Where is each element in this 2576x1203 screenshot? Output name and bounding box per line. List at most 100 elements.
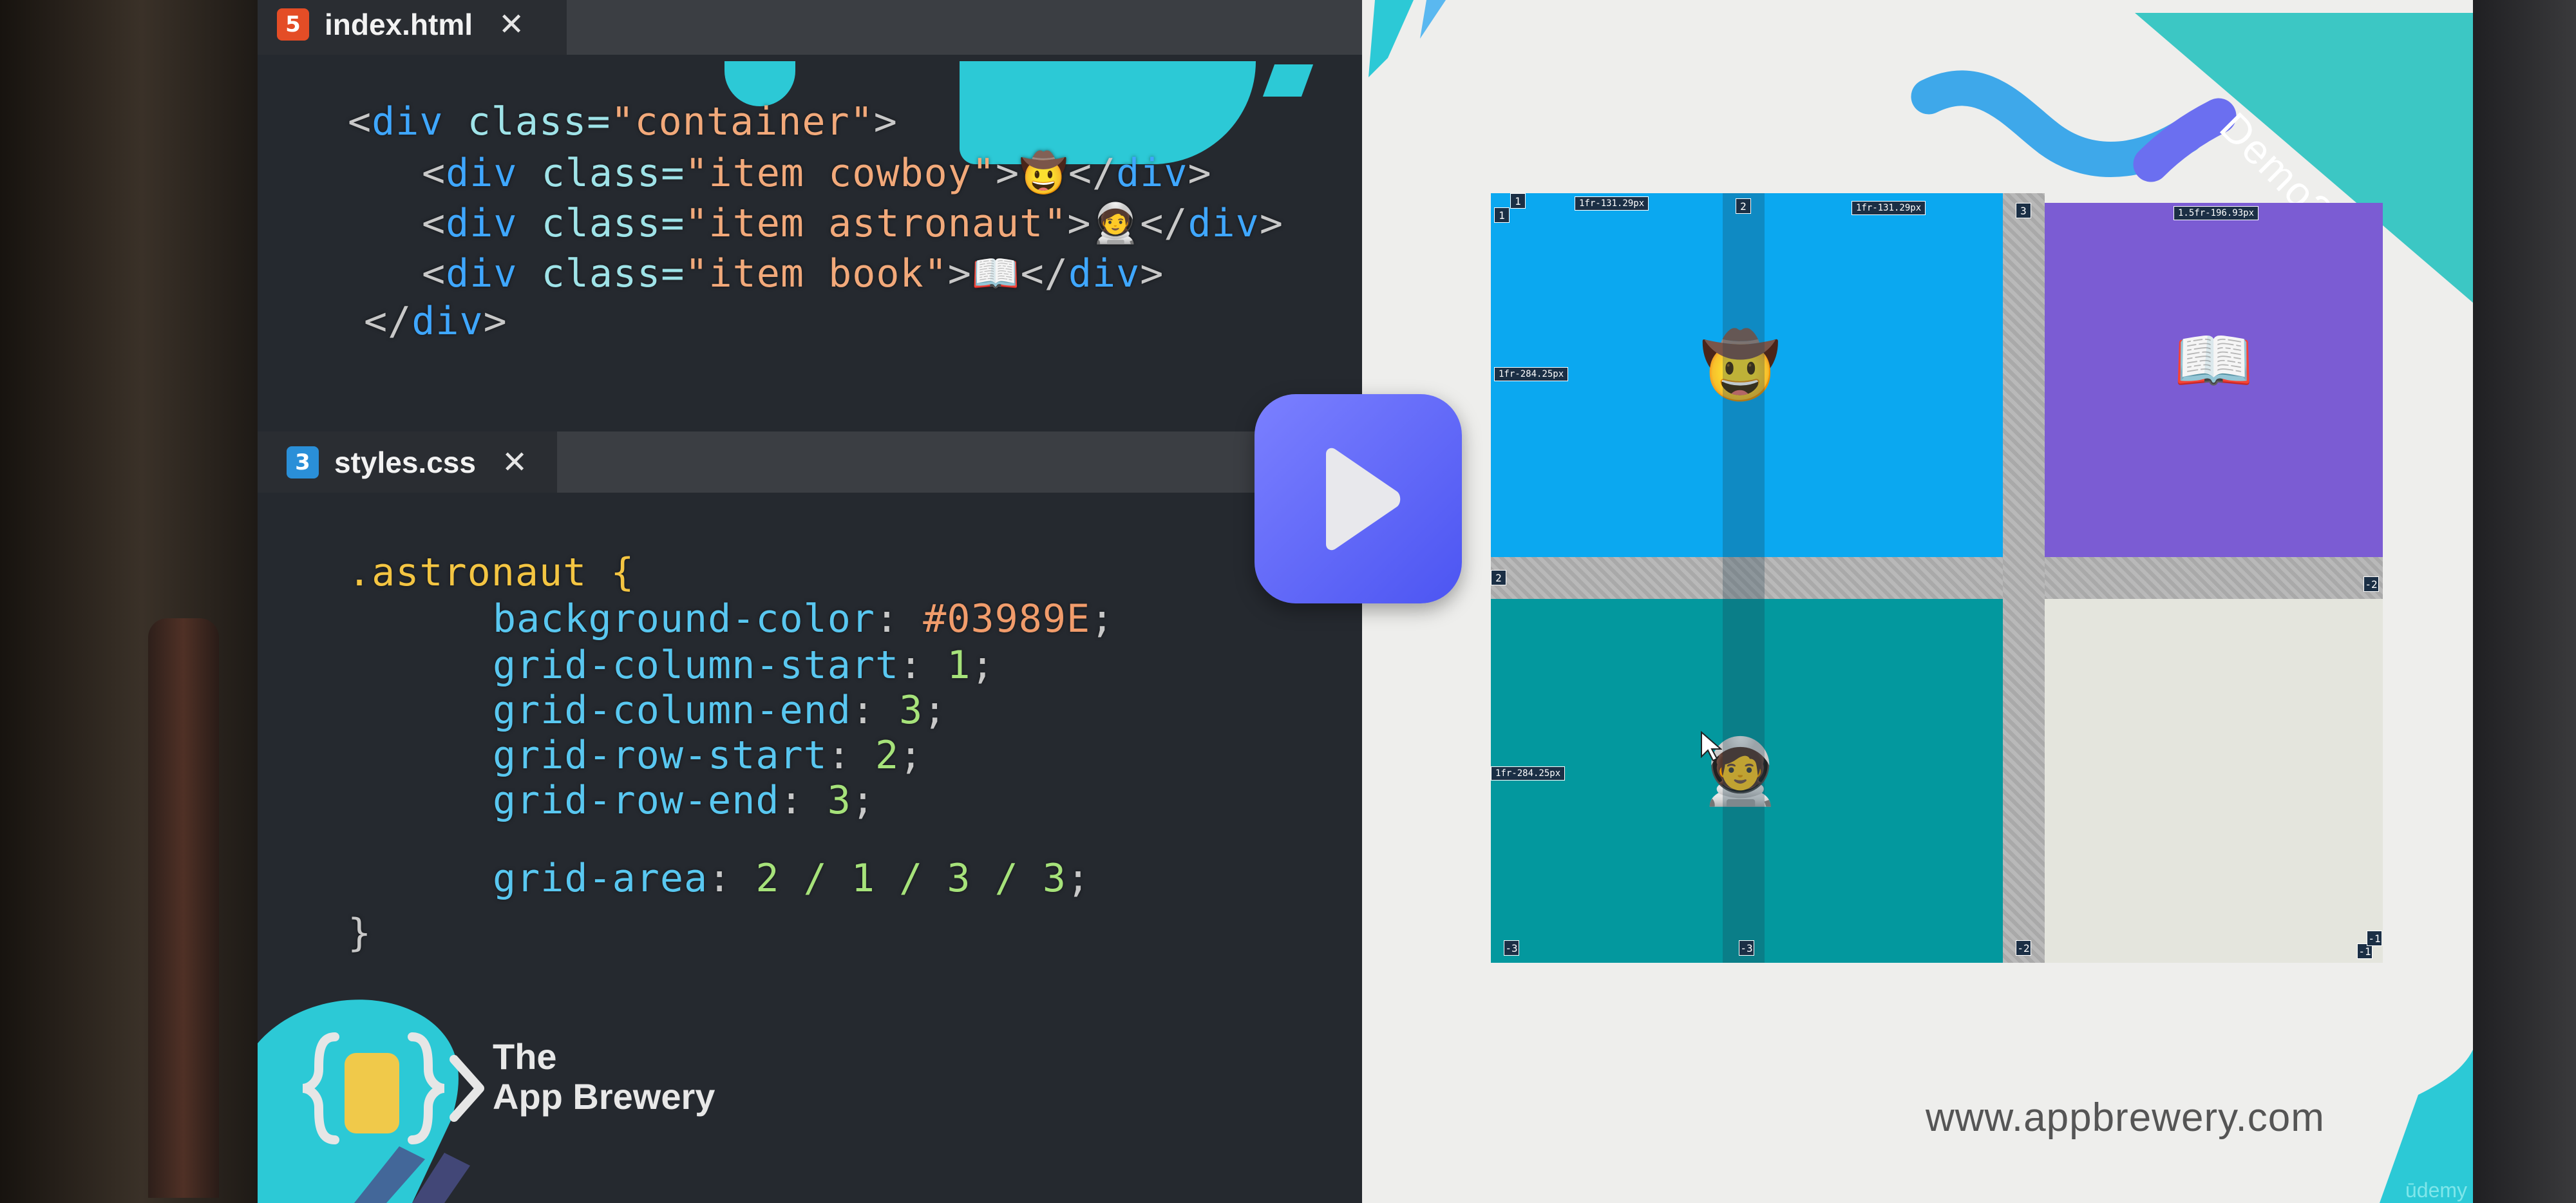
code-token: ; bbox=[1066, 856, 1091, 901]
code-token: > bbox=[1188, 151, 1212, 196]
code-token: > bbox=[873, 99, 898, 144]
code-token: : bbox=[779, 778, 828, 823]
grid-line-number: 2 bbox=[1491, 570, 1506, 585]
code-token: class= bbox=[517, 151, 685, 196]
code-token: class= bbox=[517, 251, 685, 296]
code-token: "item astronaut" bbox=[685, 201, 1068, 246]
html-line-2: <div class="item cowboy">🤠</div> bbox=[422, 148, 1212, 198]
column-gap bbox=[2003, 193, 2045, 963]
css-value: 3 bbox=[827, 778, 851, 823]
code-token: { bbox=[587, 550, 635, 595]
mouse-cursor-icon bbox=[1701, 731, 1722, 762]
book-cell[interactable]: 📖 bbox=[2045, 203, 2383, 557]
html-line-4: <div class="item book">📖</div> bbox=[422, 249, 1164, 299]
code-token: : bbox=[827, 733, 875, 778]
udemy-watermark: ūdemy bbox=[2405, 1179, 2468, 1202]
css-prop-line: grid-row-end: 3; bbox=[493, 775, 875, 826]
bottle bbox=[148, 618, 219, 1198]
tab-styles-css[interactable]: 3 styles.css ✕ bbox=[258, 431, 557, 493]
grid-line-number: -2 bbox=[2016, 940, 2031, 956]
css-value: 1 bbox=[947, 643, 971, 688]
code-token: div bbox=[1188, 201, 1260, 246]
html-line-3: <div class="item astronaut">🧑‍🚀</div> bbox=[422, 198, 1283, 249]
code-token: div bbox=[1068, 251, 1141, 296]
row-size-label: 1fr-284.25px bbox=[1494, 367, 1569, 381]
close-icon[interactable]: ✕ bbox=[502, 444, 527, 480]
tab-title: index.html bbox=[325, 7, 473, 41]
code-token: ; bbox=[971, 643, 995, 688]
grid-line-number: -3 bbox=[1739, 940, 1754, 956]
css-prop-line: grid-column-end: 3; bbox=[493, 685, 947, 735]
css-grid-area-line: grid-area: 2 / 1 / 3 / 3; bbox=[493, 853, 1090, 904]
code-token: < bbox=[422, 201, 446, 246]
code-token: div bbox=[372, 99, 444, 144]
code-token: < bbox=[422, 151, 446, 196]
play-button[interactable] bbox=[1255, 394, 1462, 603]
code-token: > bbox=[1067, 201, 1092, 246]
css-value: #03989E bbox=[923, 596, 1091, 641]
code-token: div bbox=[446, 201, 518, 246]
code-token: class= bbox=[517, 201, 685, 246]
code-token: "container" bbox=[611, 99, 874, 144]
code-token: : bbox=[875, 596, 923, 641]
css-property: grid-row-end bbox=[493, 778, 780, 823]
html-line-5: </div> bbox=[364, 296, 507, 346]
code-token: div bbox=[1116, 151, 1188, 196]
monitor-screen: 5 index.html ✕ <div class="container"> <… bbox=[258, 0, 2473, 1203]
tab-index-html[interactable]: 5 index.html ✕ bbox=[258, 0, 567, 55]
grid-line-number: -1 bbox=[2367, 931, 2382, 946]
code-token: div bbox=[446, 151, 518, 196]
code-token: </ bbox=[1140, 201, 1188, 246]
grid-line-number: 1 bbox=[1494, 207, 1510, 223]
code-token: > bbox=[1140, 251, 1164, 296]
css-value: 3 bbox=[899, 688, 923, 733]
brand-name: The App Brewery bbox=[493, 1037, 715, 1117]
tab-title: styles.css bbox=[334, 445, 476, 479]
css-value: 2 bbox=[875, 733, 900, 778]
code-token: </ bbox=[1068, 151, 1117, 196]
grid-line-number: -3 bbox=[1504, 940, 1519, 956]
teal-shape bbox=[1262, 64, 1314, 97]
css-prop-line: background-color: #03989E; bbox=[493, 594, 1114, 644]
css-property: grid-area bbox=[493, 856, 708, 901]
css-grid-preview: 🤠 📖 🧑‍🚀 1fr-131.29px 1fr-131.29px 1.5fr-… bbox=[1491, 193, 2383, 963]
code-token: "item book" bbox=[685, 251, 948, 296]
code-token: > bbox=[1259, 201, 1283, 246]
empty-cell bbox=[2045, 599, 2383, 963]
code-token: < bbox=[422, 251, 446, 296]
grid-line-number: 3 bbox=[2016, 203, 2031, 218]
code-token: ; bbox=[851, 778, 875, 823]
close-icon[interactable]: ✕ bbox=[498, 6, 524, 43]
app-brewery-brand: The App Brewery bbox=[258, 992, 773, 1203]
code-token: : bbox=[851, 688, 900, 733]
browser-preview-slide: Demo3 🤠 📖 🧑‍🚀 1fr-131.29px 1fr-131.29px … bbox=[1362, 0, 2473, 1203]
room-background-left bbox=[0, 0, 258, 1203]
book-emoji: 📖 bbox=[971, 251, 1021, 296]
css-prop-line: grid-column-start: 1; bbox=[493, 640, 995, 690]
book-emoji: 📖 bbox=[2174, 323, 2254, 398]
code-token: div bbox=[412, 299, 484, 344]
css-tabbar: 3 styles.css ✕ bbox=[258, 431, 1262, 493]
css-property: grid-row-start bbox=[493, 733, 828, 778]
css-prop-line: grid-row-start: 2; bbox=[493, 730, 923, 781]
css-property: background-color bbox=[493, 596, 875, 641]
row-gap bbox=[1491, 557, 2383, 599]
cowboy-emoji: 🤠 bbox=[1019, 151, 1068, 196]
html5-icon: 5 bbox=[277, 8, 309, 41]
css-property: grid-column-end bbox=[493, 688, 851, 733]
code-token: div bbox=[446, 251, 518, 296]
grid-line-number: 1 bbox=[1510, 193, 1526, 209]
code-token: ; bbox=[923, 688, 947, 733]
code-token: class= bbox=[443, 99, 611, 144]
col-size-label: 1fr-131.29px bbox=[1575, 196, 1649, 211]
brand-line-1: The bbox=[493, 1036, 557, 1077]
col-size-label: 1.5fr-196.93px bbox=[2174, 206, 2259, 220]
grid-line-number: -2 bbox=[2363, 576, 2379, 592]
column-line-highlight bbox=[1723, 193, 1765, 963]
grid-line-number: 2 bbox=[1736, 198, 1751, 214]
css-selector: .astronaut bbox=[348, 550, 587, 595]
code-token: > bbox=[947, 251, 972, 296]
code-token: > bbox=[483, 299, 507, 344]
css-selector-line: .astronaut { bbox=[348, 547, 634, 598]
html-line-1: <div class="container"> bbox=[348, 97, 898, 147]
